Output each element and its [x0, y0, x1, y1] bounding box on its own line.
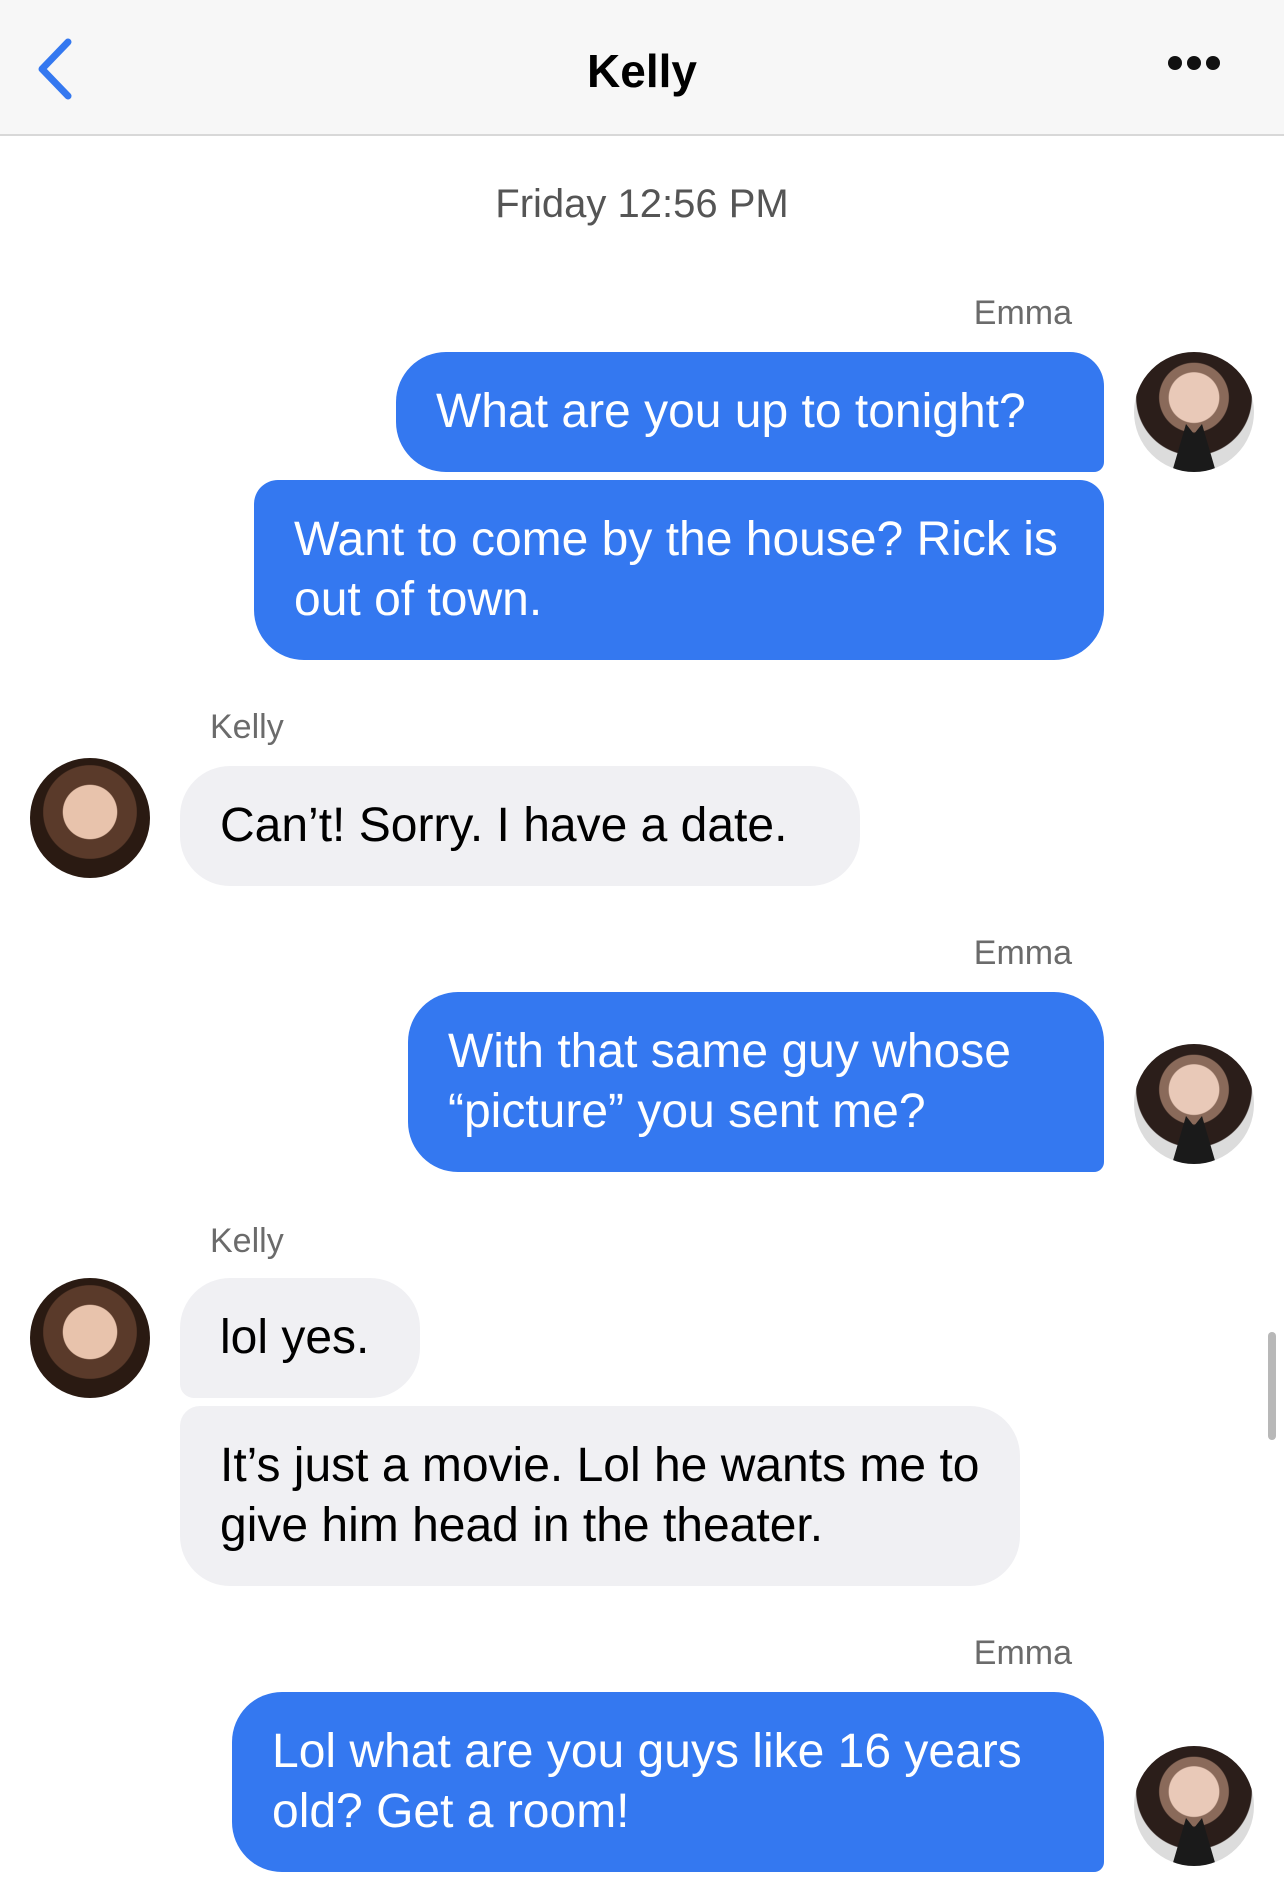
- sender-name: Emma: [973, 934, 1072, 972]
- message-text: With that same guy whose “picture” you s…: [448, 1025, 1011, 1138]
- message-timestamp: Friday 12:56 PM: [495, 182, 789, 226]
- message-text: Want to come by the house? Rick is out o…: [294, 513, 1058, 626]
- outgoing-message-bubble[interactable]: What are you up to tonight?: [396, 352, 1104, 472]
- sender-name: Kelly: [210, 708, 284, 746]
- outgoing-message-bubble[interactable]: With that same guy whose “picture” you s…: [408, 992, 1104, 1172]
- message-text: It’s just a movie. Lol he wants me to gi…: [220, 1439, 980, 1552]
- incoming-message-bubble[interactable]: lol yes.: [180, 1278, 420, 1398]
- sender-name: Emma: [973, 294, 1072, 332]
- message-text: Can’t! Sorry. I have a date.: [220, 799, 788, 852]
- message-text: lol yes.: [220, 1311, 370, 1364]
- emma-avatar[interactable]: [1134, 1746, 1254, 1866]
- incoming-message-bubble[interactable]: It’s just a movie. Lol he wants me to gi…: [180, 1406, 1020, 1586]
- message-text: What are you up to tonight?: [436, 385, 1026, 438]
- sender-name: Emma: [973, 1634, 1072, 1672]
- scrollbar[interactable]: [1268, 1332, 1276, 1440]
- conversation-title: Kelly: [587, 45, 697, 97]
- outgoing-message-bubble[interactable]: Lol what are you guys like 16 years old?…: [232, 1692, 1104, 1872]
- emma-avatar[interactable]: [1134, 1044, 1254, 1164]
- sender-name: Kelly: [210, 1222, 284, 1260]
- incoming-message-bubble[interactable]: Can’t! Sorry. I have a date.: [180, 766, 860, 886]
- conversation-header: Kelly: [0, 0, 1284, 136]
- emma-avatar[interactable]: [1134, 352, 1254, 472]
- kelly-avatar[interactable]: [30, 758, 150, 878]
- message-text: Lol what are you guys like 16 years old?…: [272, 1725, 1022, 1838]
- kelly-avatar[interactable]: [30, 1278, 150, 1398]
- more-options-icon[interactable]: [1168, 56, 1228, 78]
- outgoing-message-bubble[interactable]: Want to come by the house? Rick is out o…: [254, 480, 1104, 660]
